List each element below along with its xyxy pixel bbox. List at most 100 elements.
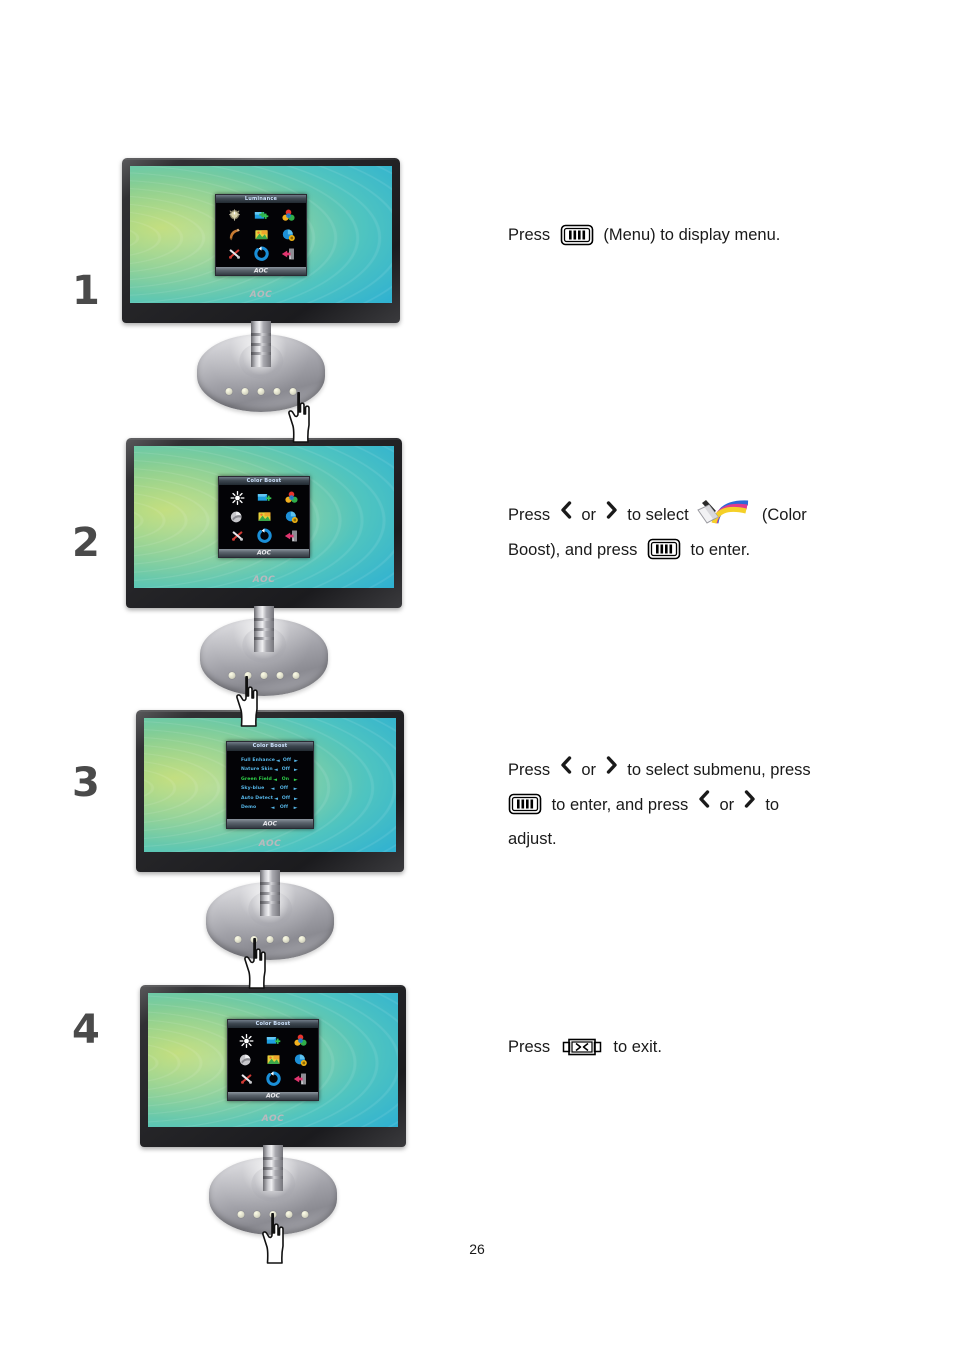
monitor-neck bbox=[251, 321, 271, 367]
monitor-neck bbox=[260, 870, 280, 916]
osd-footer: AOC bbox=[219, 549, 309, 557]
instruction-mid-2: to enter, and press bbox=[551, 795, 689, 814]
extra-icon[interactable] bbox=[236, 1070, 256, 1088]
control-button-1[interactable] bbox=[225, 388, 233, 395]
submenu-label: Demo bbox=[241, 804, 257, 810]
instruction-prefix: Press bbox=[508, 226, 551, 244]
reset-icon[interactable] bbox=[254, 527, 274, 545]
instruction-text-4: Press to exit. bbox=[508, 1030, 928, 1064]
exit-icon[interactable] bbox=[290, 1070, 310, 1088]
osd-body: Full Enhance ◄ Off ► Nature Skin ◄ Off ► bbox=[227, 751, 313, 819]
step-number-1: 1 bbox=[72, 268, 100, 314]
luminance-icon[interactable] bbox=[224, 207, 244, 225]
increase-arrow-icon[interactable]: ► bbox=[293, 758, 299, 764]
color-boost-submenu-list: Full Enhance ◄ Off ► Nature Skin ◄ Off ► bbox=[227, 751, 313, 816]
left-arrow-icon bbox=[696, 787, 712, 821]
osd-setup-icon[interactable] bbox=[281, 508, 301, 526]
instruction-suffix-2: to bbox=[765, 795, 780, 814]
menu-button-icon bbox=[508, 793, 542, 815]
instruction-prefix: Press bbox=[508, 1038, 551, 1056]
exit-button-icon bbox=[561, 1036, 603, 1058]
control-button-3[interactable] bbox=[257, 388, 265, 395]
instruction-text-1: Press (Menu) to display menu. bbox=[508, 218, 928, 252]
osd-body bbox=[216, 202, 306, 267]
image-setup-icon[interactable] bbox=[251, 207, 271, 225]
osd-title: Luminance bbox=[216, 194, 306, 203]
step-number-2: 2 bbox=[72, 520, 100, 566]
monitor-bezel: Luminance AOC AOC bbox=[122, 158, 400, 323]
monitor-screen: Color Boost Full Enhance ◄ Off ► Nature … bbox=[144, 718, 396, 852]
osd-title: Color Boost bbox=[219, 477, 309, 485]
image-setup-icon[interactable] bbox=[254, 489, 274, 507]
control-button-2[interactable] bbox=[241, 388, 249, 395]
control-button-5[interactable] bbox=[301, 1211, 309, 1218]
right-arrow-icon bbox=[604, 498, 620, 532]
control-button-5[interactable] bbox=[298, 936, 306, 943]
osd-setup-icon[interactable] bbox=[290, 1051, 310, 1069]
color-boost-icon[interactable] bbox=[227, 508, 247, 526]
luminance-icon[interactable] bbox=[227, 489, 247, 507]
exit-icon[interactable] bbox=[278, 245, 298, 263]
color-temperature-icon[interactable] bbox=[278, 207, 298, 225]
osd-brand: AOC bbox=[254, 267, 268, 274]
image-setup-icon[interactable] bbox=[263, 1032, 283, 1050]
luminance-icon[interactable] bbox=[236, 1032, 256, 1050]
increase-arrow-icon[interactable]: ► bbox=[293, 777, 299, 783]
instruction-or-1: or bbox=[581, 506, 597, 524]
increase-arrow-icon[interactable]: ► bbox=[293, 767, 299, 773]
submenu-row[interactable]: Auto Detect ◄ Off ► bbox=[241, 796, 299, 802]
instruction-line-3: adjust. bbox=[508, 830, 557, 849]
decrease-arrow-icon[interactable]: ◄ bbox=[269, 805, 276, 811]
osd-submenu[interactable]: Color Boost Full Enhance ◄ Off ► Nature … bbox=[226, 741, 314, 829]
control-button-4[interactable] bbox=[282, 936, 290, 943]
picture-boost-icon[interactable] bbox=[254, 508, 274, 526]
instruction-mid-1: to select submenu, press bbox=[627, 761, 811, 779]
submenu-row-selected[interactable]: Green Field ◄ On ► bbox=[241, 777, 299, 783]
step-number-3: 3 bbox=[72, 760, 100, 806]
osd-title: Color Boost bbox=[227, 742, 313, 751]
osd-brand: AOC bbox=[263, 820, 277, 827]
instruction-or-2: or bbox=[719, 795, 735, 814]
osd-main-menu[interactable]: Color Boost AOC bbox=[227, 1019, 319, 1101]
control-button-5[interactable] bbox=[292, 672, 300, 679]
color-temperature-icon[interactable] bbox=[281, 489, 301, 507]
color-boost-icon[interactable] bbox=[236, 1051, 256, 1069]
decrease-arrow-icon[interactable]: ◄ bbox=[269, 786, 276, 792]
osd-footer: AOC bbox=[227, 819, 313, 828]
monitor-neck bbox=[263, 1145, 283, 1191]
instruction-text-2: Press or to select (Color Boost), and pr… bbox=[508, 498, 938, 567]
manual-page: 1 Luminance AOC AOC Press (Menu) to disp… bbox=[0, 0, 954, 1350]
color-boost-icon[interactable] bbox=[224, 226, 244, 244]
control-button-4[interactable] bbox=[273, 388, 281, 395]
exit-icon[interactable] bbox=[281, 527, 301, 545]
osd-main-menu[interactable]: Luminance AOC bbox=[215, 193, 307, 276]
reset-icon[interactable] bbox=[251, 245, 271, 263]
instruction-suffix-2: to enter. bbox=[690, 540, 751, 559]
extra-icon[interactable] bbox=[227, 527, 247, 545]
color-temperature-icon[interactable] bbox=[290, 1032, 310, 1050]
osd-brand: AOC bbox=[266, 1092, 280, 1100]
right-arrow-icon bbox=[604, 753, 620, 787]
monitor-screen: Color Boost AOC AOC bbox=[134, 446, 394, 588]
increase-arrow-icon[interactable]: ► bbox=[292, 805, 299, 811]
picture-boost-icon[interactable] bbox=[251, 226, 271, 244]
instruction-suffix: to exit. bbox=[613, 1038, 662, 1056]
osd-main-menu[interactable]: Color Boost AOC bbox=[218, 476, 310, 558]
control-button-4[interactable] bbox=[276, 672, 284, 679]
picture-boost-icon[interactable] bbox=[263, 1051, 283, 1069]
increase-arrow-icon[interactable]: ► bbox=[292, 786, 299, 792]
reset-icon[interactable] bbox=[263, 1070, 283, 1088]
submenu-row[interactable]: Full Enhance ◄ Off ► bbox=[241, 758, 299, 764]
osd-footer: AOC bbox=[228, 1092, 318, 1100]
submenu-row[interactable]: Demo ◄ Off ► bbox=[241, 805, 299, 811]
submenu-label: Sky-blue bbox=[241, 786, 265, 792]
increase-arrow-icon[interactable]: ► bbox=[293, 796, 299, 802]
control-button-1[interactable] bbox=[237, 1211, 245, 1218]
hand-pointer-icon bbox=[232, 675, 262, 733]
submenu-row[interactable]: Sky-blue ◄ Off ► bbox=[241, 786, 299, 792]
step-number-4: 4 bbox=[72, 1007, 100, 1053]
osd-setup-icon[interactable] bbox=[278, 226, 298, 244]
submenu-row[interactable]: Nature Skin ◄ Off ► bbox=[241, 767, 299, 773]
osd-icon-grid bbox=[219, 485, 309, 549]
extra-icon[interactable] bbox=[224, 245, 244, 263]
